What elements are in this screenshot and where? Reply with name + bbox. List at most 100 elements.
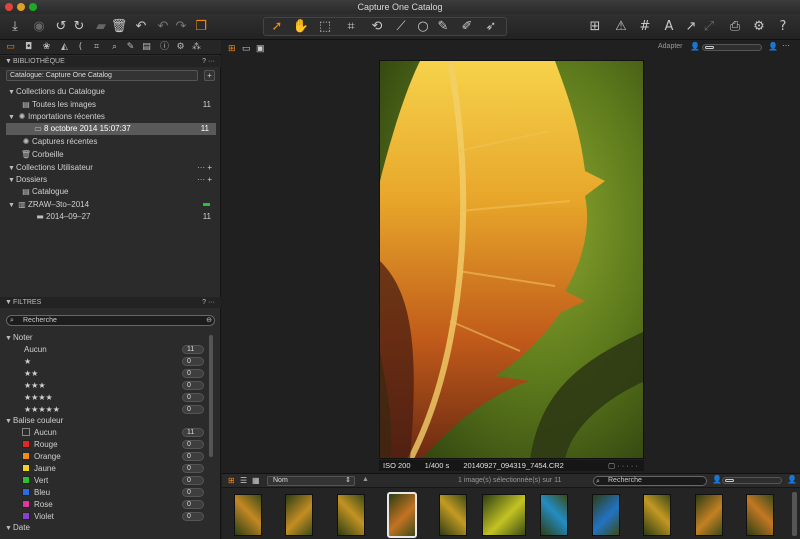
- zoom-icon[interactable]: ⬚: [316, 18, 334, 36]
- color-tag-filter-item[interactable]: Aucun 11: [0, 427, 218, 439]
- color-tag-filter-item[interactable]: Jaune 0: [0, 463, 218, 475]
- thumbnail[interactable]: [439, 494, 467, 536]
- rating-filter-item[interactable]: ★★★ 0: [0, 380, 218, 392]
- thumbnail[interactable]: [234, 494, 262, 536]
- maximize-window-button[interactable]: [29, 3, 37, 11]
- keystone-icon[interactable]: ⟋: [392, 18, 410, 36]
- camera-tab-icon[interactable]: ◘: [22, 41, 35, 54]
- close-window-button[interactable]: [5, 3, 13, 11]
- filters-search-input[interactable]: ⌕ Recherche ⊖: [6, 315, 215, 326]
- browser-search-input[interactable]: ⌕ Recherche: [593, 476, 707, 486]
- help-icon[interactable]: ?: [774, 18, 792, 36]
- zraw-folder-item[interactable]: ▼ ▥ ZRAW–3to–2014: [0, 199, 218, 211]
- adjustments-tab-icon[interactable]: ▤: [140, 41, 153, 54]
- spot-removal-icon[interactable]: ○: [414, 18, 432, 36]
- library-header-actions[interactable]: ? ···: [202, 56, 215, 67]
- thumbnail[interactable]: [695, 494, 723, 536]
- move-to-icon[interactable]: ▰: [92, 18, 110, 36]
- user-collections-group[interactable]: ▼Collections Utilisateur ··· +: [0, 162, 218, 174]
- brush-icon[interactable]: ✎: [434, 18, 452, 36]
- filters-scrollbar[interactable]: [209, 335, 213, 457]
- color-tag-filter-item[interactable]: Rouge 0: [0, 439, 218, 451]
- catalog-collections-group[interactable]: ▼Collections du Catalogue: [0, 86, 218, 98]
- thumbnail[interactable]: [387, 492, 417, 538]
- catalog-select[interactable]: Catalogue: Capture One Catalog: [6, 70, 198, 81]
- thumbnail[interactable]: [592, 494, 620, 536]
- rotate-tool-icon[interactable]: ⟲: [368, 18, 386, 36]
- lens-tab-icon[interactable]: (: [74, 41, 87, 54]
- thumbnail-view-icon[interactable]: ⊞: [228, 476, 235, 485]
- fit-label[interactable]: Adapter: [658, 43, 683, 50]
- thumbnail-size-slider[interactable]: [722, 477, 782, 484]
- exposure-warning-icon[interactable]: ⚠: [612, 18, 630, 36]
- proof-view-icon[interactable]: ▣: [256, 43, 265, 54]
- details-tab-icon[interactable]: ⌕: [108, 41, 121, 54]
- rating-group[interactable]: ▼Noter: [0, 332, 218, 344]
- search-options-icon[interactable]: ⊖: [206, 316, 212, 325]
- color-picker-icon[interactable]: ✐: [458, 18, 476, 36]
- library-tab-icon[interactable]: ▭: [4, 41, 17, 54]
- rating-filter-item[interactable]: Aucun 11: [0, 344, 218, 356]
- disabled-process-icon[interactable]: ⤢: [700, 18, 718, 36]
- color-tag-group[interactable]: ▼Balise couleur: [0, 415, 218, 427]
- pan-icon[interactable]: ✋: [292, 18, 310, 36]
- sort-select[interactable]: Nom ⇕: [267, 476, 355, 486]
- batch-tab-icon[interactable]: ⁂: [190, 41, 203, 54]
- output-tab-icon[interactable]: ⚙: [174, 41, 187, 54]
- print-icon[interactable]: ⎙: [726, 18, 744, 36]
- rating-filter-item[interactable]: ★★★★ 0: [0, 392, 218, 404]
- undo-icon[interactable]: ↶: [154, 18, 172, 36]
- main-photo[interactable]: [379, 60, 644, 459]
- filters-header-actions[interactable]: ? ···: [202, 297, 215, 308]
- date-group[interactable]: ▼Date: [0, 522, 218, 534]
- list-view-icon[interactable]: ☰: [240, 476, 247, 485]
- browser-scrollbar[interactable]: [792, 492, 797, 536]
- exposure-tab-icon[interactable]: ◭: [58, 41, 71, 54]
- thumbnail[interactable]: [337, 494, 365, 536]
- thumbnail[interactable]: [540, 494, 568, 536]
- text-icon[interactable]: A: [660, 18, 678, 36]
- rating-filter-item[interactable]: ★ 0: [0, 356, 218, 368]
- multi-view-icon[interactable]: ⊞: [228, 43, 236, 54]
- copy-apply-icon[interactable]: ❐: [192, 18, 210, 36]
- recent-imports-group[interactable]: ▼ ✺ Importations récentes: [0, 111, 218, 123]
- rotate-right-icon[interactable]: ↻: [70, 18, 88, 36]
- settings-icon[interactable]: ⚙: [750, 18, 768, 36]
- color-tag-filter-item[interactable]: Bleu 0: [0, 487, 218, 499]
- rotate-left-icon[interactable]: ↺: [52, 18, 70, 36]
- library-header[interactable]: ▼BIBLIOTHÈQUE ? ···: [0, 56, 221, 67]
- add-button[interactable]: +: [204, 70, 215, 81]
- grid-view-icon[interactable]: ⊞: [586, 18, 604, 36]
- minimize-window-button[interactable]: [17, 3, 25, 11]
- catalogue-folder-item[interactable]: ▤ Catalogue: [0, 186, 218, 198]
- redo-icon[interactable]: ↷: [172, 18, 190, 36]
- capture-icon[interactable]: ◉: [30, 18, 48, 36]
- grid-overlay-icon[interactable]: #: [636, 18, 654, 36]
- trash-item[interactable]: 🗑Corbeille: [0, 149, 218, 161]
- import-item-selected[interactable]: ▭ 8 octobre 2014 15:07:37 11: [6, 123, 216, 135]
- zoom-slider[interactable]: [702, 44, 762, 51]
- local-adjust-tab-icon[interactable]: ✎: [124, 41, 137, 54]
- color-tag-filter-item[interactable]: Rose 0: [0, 499, 218, 511]
- folders-actions[interactable]: ··· +: [197, 174, 212, 186]
- rating-dots[interactable]: ▢ · · · · ·: [608, 460, 638, 471]
- filmstrip-view-icon[interactable]: ▦: [252, 476, 260, 485]
- color-tag-filter-item[interactable]: Orange 0: [0, 451, 218, 463]
- color-tag-filter-item[interactable]: Vert 0: [0, 475, 218, 487]
- filters-header[interactable]: ▼FILTRES ? ···: [0, 297, 221, 308]
- subfolder-item[interactable]: ▬ 2014–09–27 11: [0, 211, 218, 223]
- import-icon[interactable]: ⤓: [6, 18, 24, 36]
- user-collections-actions[interactable]: ··· +: [197, 162, 212, 174]
- thumbnail[interactable]: [746, 494, 774, 536]
- recent-captures-item[interactable]: ✺ Captures récentes: [0, 136, 218, 148]
- thumbnail[interactable]: [482, 494, 526, 536]
- trash-icon[interactable]: 🗑: [110, 18, 128, 36]
- single-view-icon[interactable]: ▭: [242, 43, 251, 54]
- viewer-actions-icon[interactable]: ···: [782, 41, 790, 50]
- rating-filter-item[interactable]: ★★ 0: [0, 368, 218, 380]
- copy-adjustments-icon[interactable]: ➶: [482, 18, 500, 36]
- crop-icon[interactable]: ⌗: [342, 18, 360, 36]
- color-tab-icon[interactable]: ❀: [40, 41, 53, 54]
- metadata-tab-icon[interactable]: ⓘ: [158, 41, 171, 54]
- composition-tab-icon[interactable]: ⌗: [90, 41, 103, 54]
